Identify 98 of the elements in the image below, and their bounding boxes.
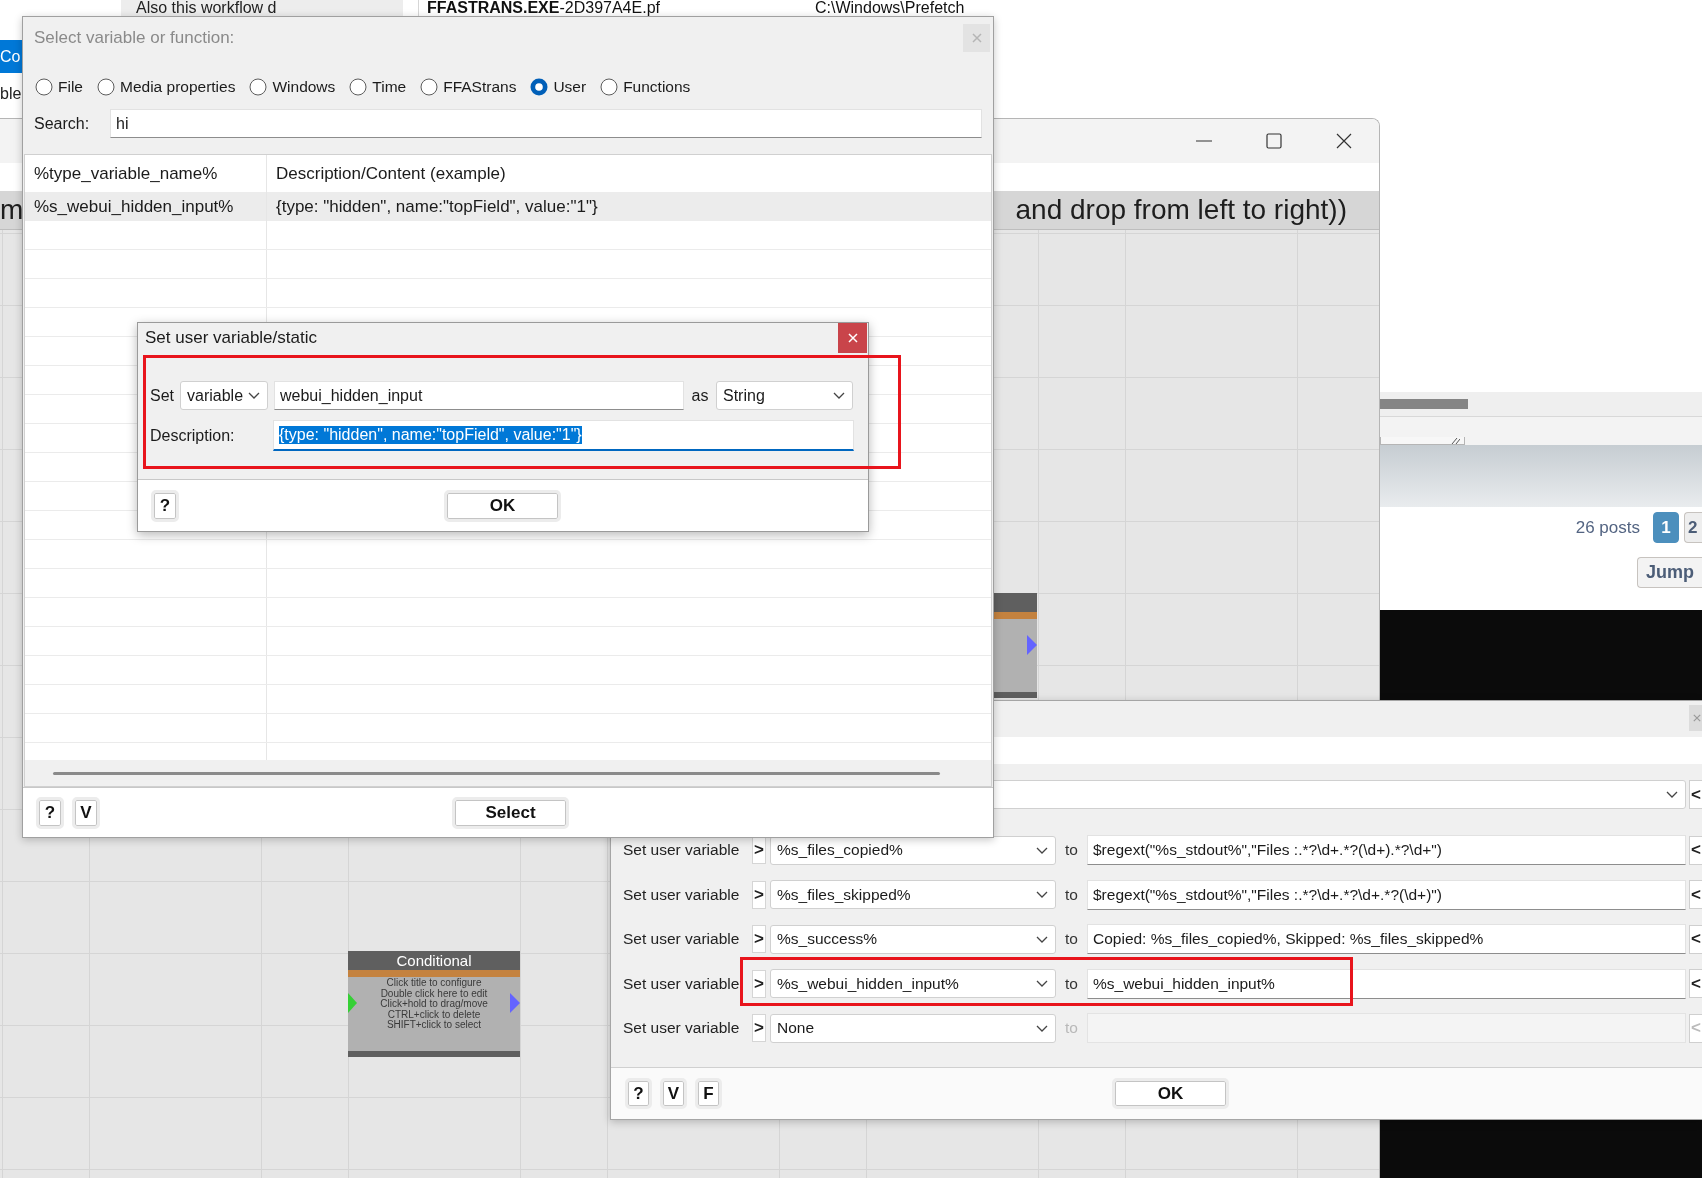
ok-button[interactable]: OK [444, 489, 561, 522]
chevron-down-icon [1036, 846, 1048, 854]
dropdown[interactable]: variable [180, 381, 268, 410]
radio-button[interactable]: Windows [249, 78, 336, 96]
list-item[interactable]: ble [0, 77, 22, 110]
post-count: 26 posts [1575, 517, 1640, 538]
radio-button[interactable]: Time [349, 78, 407, 96]
to-label: to [1064, 841, 1079, 860]
row-label: Set user variable [623, 841, 741, 860]
to-label: to [1064, 930, 1079, 949]
tool-button[interactable]: ? [625, 1078, 652, 1109]
field-label: Set [150, 386, 175, 405]
table-cell: Also this workflow d [121, 0, 403, 16]
field-label: Description: [150, 426, 236, 445]
radio-button[interactable]: FFAStrans [420, 78, 517, 96]
chevron-down-icon [248, 392, 260, 399]
close-icon [847, 333, 858, 343]
maximize-icon [1266, 133, 1282, 149]
tool-button[interactable]: V [72, 796, 100, 829]
table-row[interactable]: %s_webui_hidden_input% {type: "hidden", name:"topField", value:"1"} [25, 192, 991, 221]
table-cell-text: {type: "hidden", name:"topField", value:"1"} [275, 195, 599, 218]
radio-button[interactable]: Functions [600, 78, 691, 96]
radio-button[interactable]: File [35, 78, 83, 96]
list-item[interactable]: Co [0, 40, 22, 73]
value-field[interactable]: $regext("%s_stdout%","Files :.*?\d+.*?\d+.*?(\d+)") [1087, 879, 1686, 910]
chevron-button[interactable]: > [752, 880, 766, 909]
banner-text: and drop from left to right)) [1015, 194, 1347, 226]
hint-text: Click+hold to drag/move [380, 999, 488, 1010]
value-field[interactable]: $regext("%s_stdout%","Files :.*?\d+.*?(\d+).*?\d+") [1087, 835, 1686, 866]
select-button[interactable]: Select [452, 796, 569, 829]
scrollbar-thumb[interactable] [1380, 399, 1468, 409]
page-button[interactable]: 1 [1653, 512, 1679, 543]
chevron-down-icon [1036, 1024, 1048, 1032]
radio-button[interactable]: User [530, 78, 587, 96]
tool-button[interactable]: V [660, 1078, 687, 1109]
chevron-down-icon [1036, 980, 1048, 988]
row-label: Set user variable [623, 1019, 741, 1038]
to-label: to [1064, 974, 1079, 993]
dropdown[interactable]: %s_webui_hidden_input% [770, 969, 1056, 999]
tool-button[interactable]: ? [36, 796, 64, 829]
dropdown[interactable]: %s_success% [770, 924, 1056, 954]
output-arrow-icon [510, 993, 520, 1013]
chevron-button[interactable]: < [1689, 835, 1702, 865]
dialog-title: Select variable or function: [34, 27, 235, 48]
chevron-down-icon [1036, 891, 1048, 899]
tool-button[interactable]: F [695, 1078, 722, 1109]
field-label: as [690, 386, 710, 405]
name-field[interactable]: webui_hidden_input [274, 381, 684, 410]
dialog-title: Set user variable/static [145, 328, 317, 348]
value-field[interactable]: Copied: %s_files_copied%, Skipped: %s_files_skipped% [1087, 924, 1686, 955]
output-arrow-icon [1027, 635, 1037, 655]
column-header: Description/Content (example) [275, 162, 507, 185]
close-icon [1336, 133, 1352, 149]
chevron-button[interactable]: < [1689, 780, 1702, 809]
page-button[interactable]: 2 [1684, 512, 1702, 543]
folder-path: C:\Windows\Prefetch [815, 0, 965, 16]
chevron-down-icon [833, 392, 845, 399]
chevron-button[interactable]: < [1689, 924, 1702, 954]
dropdown[interactable]: %s_files_skipped% [770, 880, 1056, 910]
chevron-button[interactable]: > [752, 836, 766, 865]
radio-button[interactable]: Media properties [97, 78, 236, 96]
row-label: Set user variable [623, 930, 741, 949]
chevron-button[interactable]: < [1689, 880, 1702, 910]
description-field[interactable]: {type: "hidden", name:"topField", value:"1"} [273, 420, 854, 451]
workflow-node[interactable]: Conditional Click title to configure Double click here to edit Click+hold to drag/move CTRL+click to delete SHIFT+click to select [348, 951, 520, 1057]
tool-button[interactable]: ? [151, 489, 179, 522]
scrollbar-thumb[interactable] [53, 771, 940, 775]
table-cell: %s_webui_hidden_input% [25, 192, 267, 221]
to-label: to [1064, 885, 1079, 904]
jump-button[interactable]: Jump [1637, 557, 1702, 588]
value-field[interactable]: %s_webui_hidden_input% [1087, 968, 1686, 999]
hint-text: SHIFT+click to select [386, 1020, 482, 1031]
chevron-button[interactable]: < [1689, 969, 1702, 999]
banner-text: m [0, 194, 22, 226]
input-arrow-icon [348, 993, 357, 1013]
ok-button[interactable]: OK [1112, 1078, 1229, 1109]
close-button[interactable] [963, 23, 990, 52]
row-label: Set user variable [623, 974, 741, 993]
hint-text: Click title to configure [386, 978, 482, 989]
close-icon [971, 32, 982, 43]
search-field[interactable]: hi [110, 109, 982, 138]
chevron-button[interactable]: > [752, 969, 766, 998]
field-label: Search: [34, 114, 91, 133]
dropdown[interactable]: String [716, 381, 853, 410]
node-title[interactable]: Conditional [348, 951, 520, 970]
file-name: FFASTRANS.EXE-2D397A4E.pf [427, 0, 661, 16]
minimize-icon [1196, 140, 1212, 142]
close-icon [1693, 714, 1701, 722]
to-label: to [1064, 1019, 1079, 1038]
hint-text: Double click here to edit [380, 988, 488, 999]
chevron-down-icon [1666, 791, 1678, 798]
close-button[interactable] [838, 323, 867, 353]
close-button[interactable] [1689, 705, 1702, 731]
chevron-down-icon [1036, 935, 1048, 943]
chevron-button[interactable]: > [752, 925, 766, 954]
hint-text: CTRL+click to delete [387, 1009, 481, 1020]
row-label: Set user variable [623, 885, 741, 904]
resize-grip-icon[interactable] [1450, 438, 1460, 444]
